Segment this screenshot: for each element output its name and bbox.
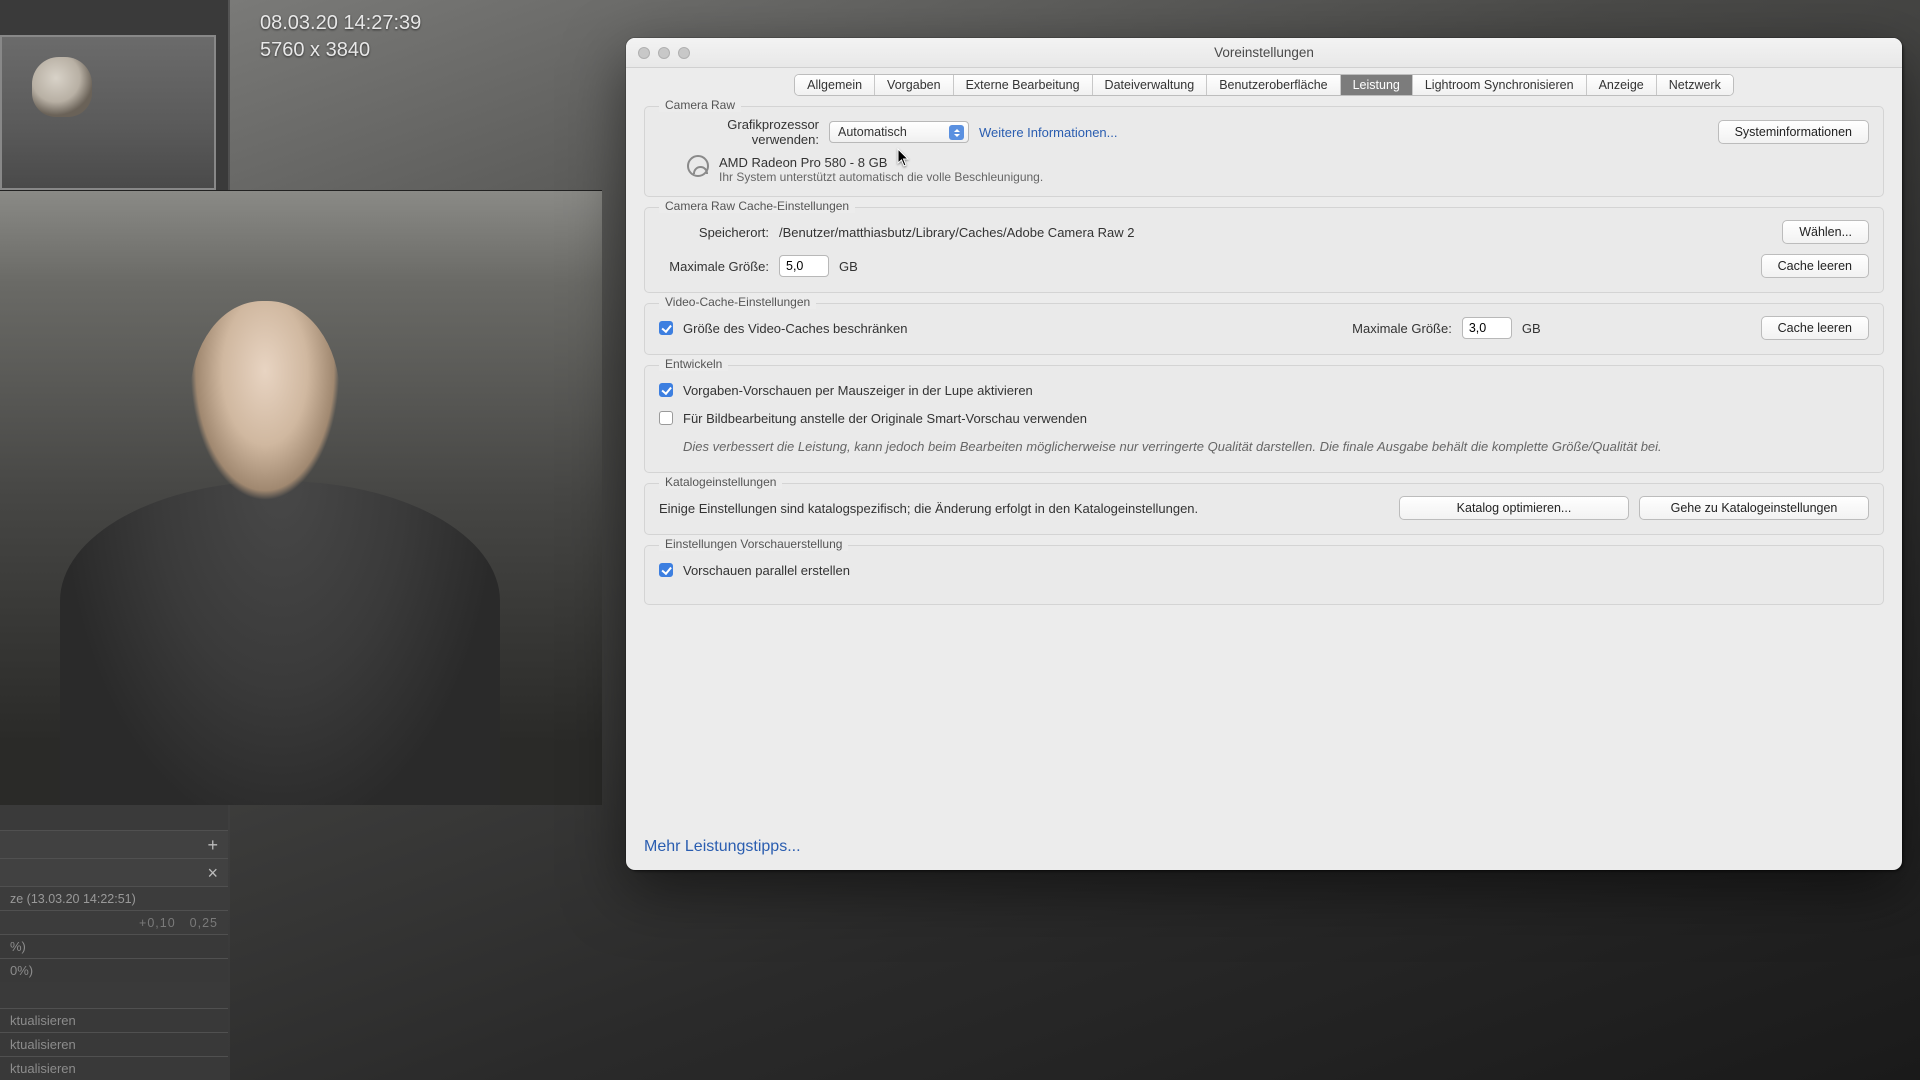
window-minimize-button[interactable] bbox=[658, 47, 670, 59]
optimize-catalog-button[interactable]: Katalog optimieren... bbox=[1399, 496, 1629, 520]
cache-max-input[interactable] bbox=[779, 255, 829, 277]
video-cache-max-input[interactable] bbox=[1462, 317, 1512, 339]
history-entry[interactable]: ze (13.03.20 14:22:51) bbox=[0, 886, 228, 910]
list-item[interactable]: ktualisieren bbox=[0, 1032, 228, 1056]
window-titlebar[interactable]: Voreinstellungen bbox=[626, 38, 1902, 68]
limit-video-cache-label: Größe des Video-Caches beschränken bbox=[683, 321, 908, 336]
hover-preview-label: Vorgaben-Vorschauen per Mauszeiger in de… bbox=[683, 383, 1033, 398]
purge-cache-button[interactable]: Cache leeren bbox=[1761, 254, 1869, 278]
limit-video-cache-checkbox[interactable] bbox=[659, 321, 673, 335]
more-performance-tips-link[interactable]: Mehr Leistungstipps... bbox=[644, 838, 801, 855]
video-cache-max-label: Maximale Größe: bbox=[1352, 321, 1452, 336]
gpu-more-info-link[interactable]: Weitere Informationen... bbox=[979, 125, 1118, 140]
group-video-cache: Video-Cache-Einstellungen Größe des Vide… bbox=[644, 303, 1884, 355]
smart-preview-checkbox[interactable] bbox=[659, 411, 673, 425]
history-entry-label: ze (13.03.20 14:22:51) bbox=[10, 892, 136, 906]
gpu-use-select[interactable]: Automatisch bbox=[829, 121, 969, 143]
tab-leistung[interactable]: Leistung bbox=[1341, 75, 1413, 95]
group-legend: Camera Raw Cache-Einstellungen bbox=[659, 199, 855, 213]
group-legend: Video-Cache-Einstellungen bbox=[659, 295, 816, 309]
tab-benutzeroberflaeche[interactable]: Benutzeroberfläche bbox=[1207, 75, 1340, 95]
cache-unit: GB bbox=[839, 259, 858, 274]
history-value-a: +0,10 bbox=[139, 916, 176, 930]
tab-externe-bearbeitung[interactable]: Externe Bearbeitung bbox=[954, 75, 1093, 95]
parallel-previews-checkbox[interactable] bbox=[659, 563, 673, 577]
group-previews: Einstellungen Vorschauerstellung Vorscha… bbox=[644, 545, 1884, 605]
panel-action-row: + bbox=[0, 830, 228, 858]
catalog-text: Einige Einstellungen sind katalogspezifi… bbox=[659, 501, 1198, 516]
window-zoom-button[interactable] bbox=[678, 47, 690, 59]
list-item[interactable]: %) bbox=[0, 934, 228, 958]
system-info-button[interactable]: Systeminformationen bbox=[1718, 120, 1869, 144]
parallel-previews-label: Vorschauen parallel erstellen bbox=[683, 563, 850, 578]
group-camera-raw: Camera Raw Grafikprozessor verwenden: Au… bbox=[644, 106, 1884, 197]
smart-preview-label: Für Bildbearbeitung anstelle der Origina… bbox=[683, 411, 1087, 426]
photo-timestamp: 08.03.20 14:27:39 bbox=[260, 10, 421, 37]
smart-preview-hint: Dies verbessert die Leistung, kann jedoc… bbox=[683, 439, 1662, 454]
window-traffic-lights bbox=[638, 47, 690, 59]
tab-lightroom-sync[interactable]: Lightroom Synchronisieren bbox=[1413, 75, 1587, 95]
history-value-b: 0,25 bbox=[190, 916, 218, 930]
group-legend: Camera Raw bbox=[659, 98, 741, 112]
cache-location-value: /Benutzer/matthiasbutz/Library/Caches/Ad… bbox=[779, 225, 1135, 240]
list-item[interactable]: ktualisieren bbox=[0, 1008, 228, 1032]
add-icon[interactable]: + bbox=[207, 836, 218, 854]
purge-video-cache-button[interactable]: Cache leeren bbox=[1761, 316, 1869, 340]
left-panel-bottom: + × ze (13.03.20 14:22:51) +0,10 0,25 %)… bbox=[0, 830, 228, 1080]
group-develop: Entwickeln Vorgaben-Vorschauen per Mausz… bbox=[644, 365, 1884, 473]
group-camera-raw-cache: Camera Raw Cache-Einstellungen Speichero… bbox=[644, 207, 1884, 293]
list-item[interactable]: ktualisieren bbox=[0, 1056, 228, 1080]
webcam-overlay bbox=[0, 190, 602, 805]
hover-preview-checkbox[interactable] bbox=[659, 383, 673, 397]
cache-location-label: Speicherort: bbox=[659, 225, 769, 240]
gpu-name: AMD Radeon Pro 580 - 8 GB bbox=[719, 155, 1043, 170]
cache-max-label: Maximale Größe: bbox=[659, 259, 769, 274]
filmstrip-thumbnail[interactable] bbox=[0, 35, 216, 190]
choose-cache-button[interactable]: Wählen... bbox=[1782, 220, 1869, 244]
close-icon[interactable]: × bbox=[207, 864, 218, 882]
list-item[interactable]: 0%) bbox=[0, 958, 228, 982]
tab-netzwerk[interactable]: Netzwerk bbox=[1657, 75, 1733, 95]
window-title: Voreinstellungen bbox=[1214, 45, 1314, 60]
group-legend: Katalogeinstellungen bbox=[659, 475, 782, 489]
goto-catalog-settings-button[interactable]: Gehe zu Katalogeinstellungen bbox=[1639, 496, 1869, 520]
gpu-use-label: Grafikprozessor verwenden: bbox=[659, 117, 819, 147]
tab-dateiverwaltung[interactable]: Dateiverwaltung bbox=[1093, 75, 1208, 95]
history-values: +0,10 0,25 bbox=[0, 910, 228, 934]
group-legend: Entwickeln bbox=[659, 357, 728, 371]
tab-vorgaben[interactable]: Vorgaben bbox=[875, 75, 954, 95]
gpu-status-icon bbox=[687, 155, 709, 177]
photo-info-overlay: 08.03.20 14:27:39 5760 x 3840 bbox=[260, 10, 421, 64]
video-cache-unit: GB bbox=[1522, 321, 1541, 336]
tab-anzeige[interactable]: Anzeige bbox=[1587, 75, 1657, 95]
group-legend: Einstellungen Vorschauerstellung bbox=[659, 537, 848, 551]
panel-close-row: × bbox=[0, 858, 228, 886]
preferences-tabs: Allgemein Vorgaben Externe Bearbeitung D… bbox=[794, 74, 1734, 96]
window-close-button[interactable] bbox=[638, 47, 650, 59]
gpu-support-hint: Ihr System unterstützt automatisch die v… bbox=[719, 170, 1043, 184]
tab-allgemein[interactable]: Allgemein bbox=[795, 75, 875, 95]
photo-dimensions: 5760 x 3840 bbox=[260, 37, 421, 64]
preferences-window: Voreinstellungen Allgemein Vorgaben Exte… bbox=[626, 38, 1902, 870]
group-catalog: Katalogeinstellungen Einige Einstellunge… bbox=[644, 483, 1884, 535]
